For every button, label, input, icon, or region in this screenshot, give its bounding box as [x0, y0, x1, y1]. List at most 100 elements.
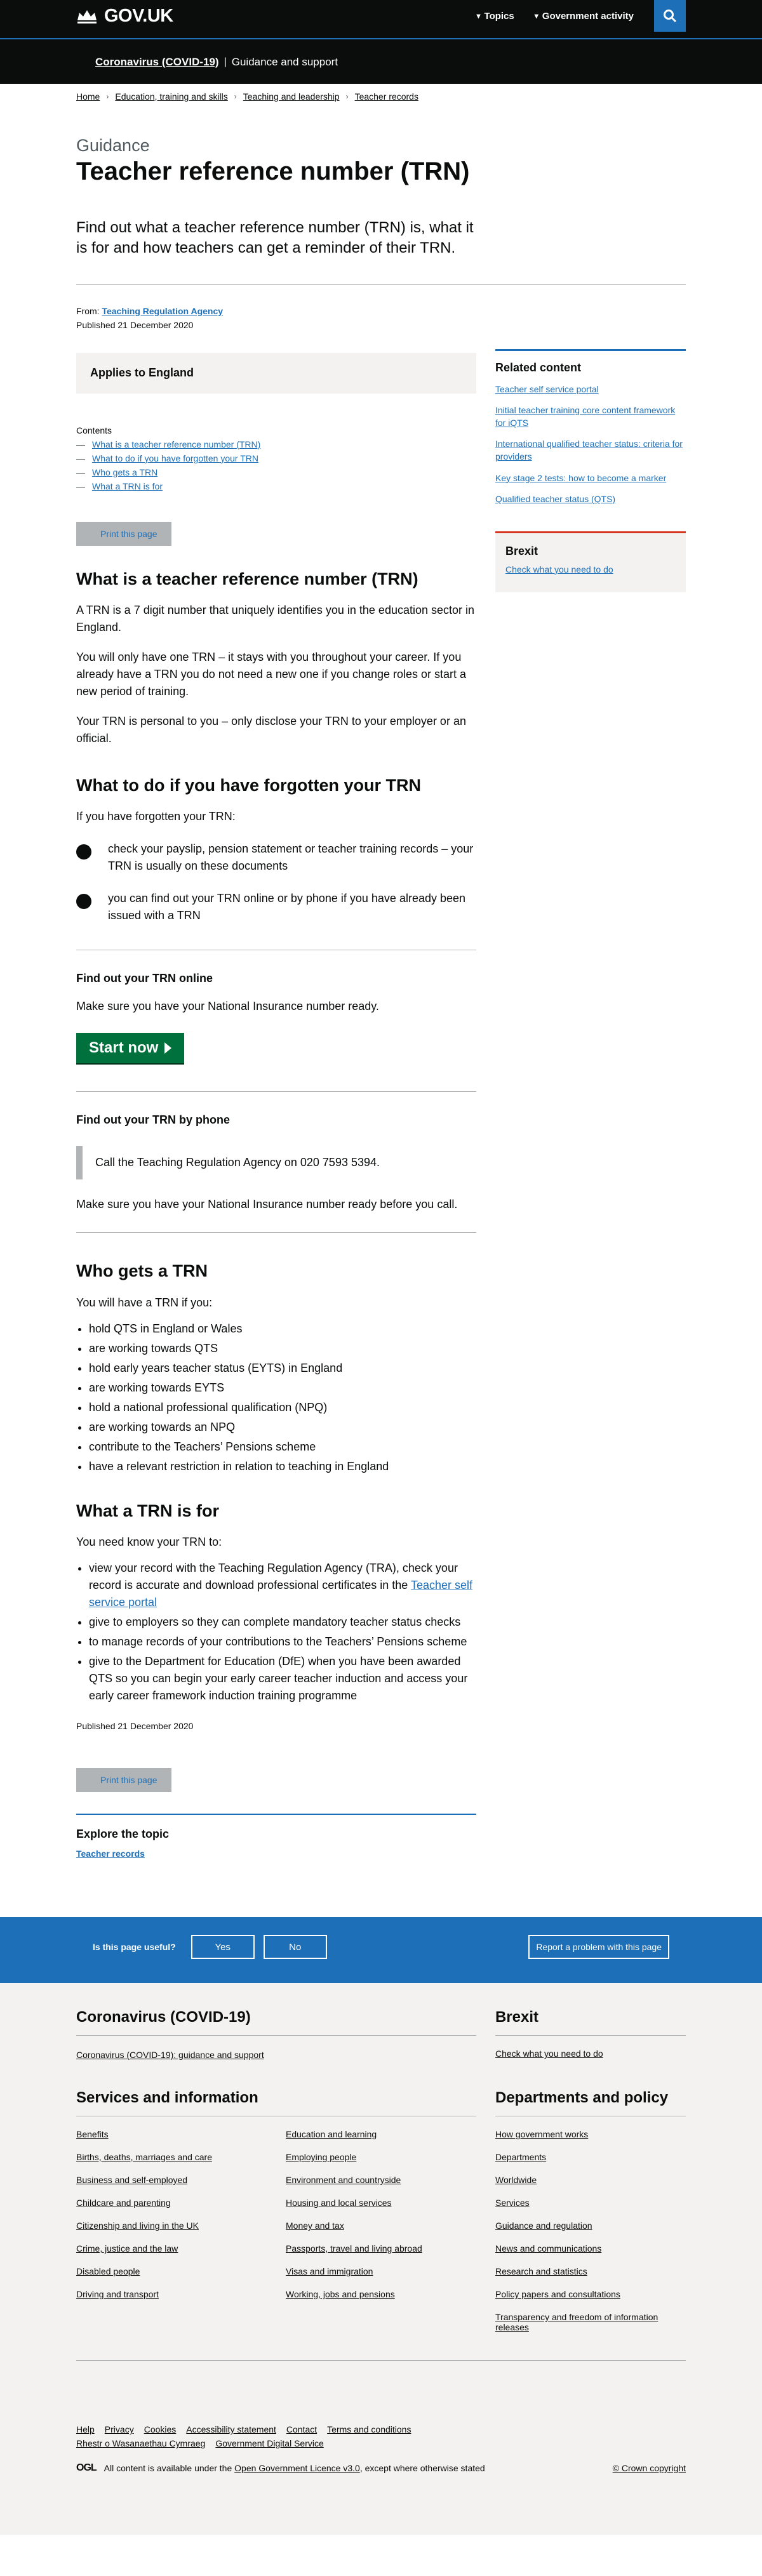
breadcrumb-teacher-records[interactable]: Teacher records — [355, 91, 418, 102]
explore-heading: Explore the topic — [76, 1828, 170, 1841]
phone-inset: Call the Teaching Regulation Agency on 0… — [76, 1146, 476, 1180]
arrow-right-icon — [164, 1042, 172, 1054]
chevron-down-icon: ▾ — [534, 11, 538, 20]
report-problem-button[interactable]: Report a problem with this page — [528, 1935, 669, 1960]
related-link[interactable]: International qualified teacher status: … — [495, 439, 683, 461]
brexit-link[interactable]: Check what you need to do — [505, 564, 676, 574]
list-item: have a relevant restriction in relation … — [89, 1458, 476, 1475]
covid-link[interactable]: Coronavirus (COVID-19) — [95, 56, 219, 69]
explore-topic: Explore the topic Teacher records — [76, 1814, 476, 1859]
footer-link[interactable]: Transparency and freedom of information … — [495, 2312, 686, 2332]
related-link[interactable]: Initial teacher training core content fr… — [495, 405, 675, 428]
footer-brexit-link[interactable]: Check what you need to do — [495, 2048, 686, 2059]
print-button[interactable]: Print this page — [76, 1768, 171, 1793]
contents-item: — What is a teacher reference number (TRN… — [76, 439, 476, 449]
list-item: hold a national professional qualificati… — [89, 1399, 476, 1416]
what-for-list: view your record with the Teaching Regul… — [89, 1560, 476, 1704]
footer-link[interactable]: Worldwide — [495, 2175, 686, 2185]
from-label: From: — [76, 305, 100, 316]
site-header: GOV.UK ▾ Topics ▾ Government activity Coro… — [0, 0, 762, 84]
page-title: Teacher reference number (TRN) — [76, 157, 470, 185]
list-item: to manage records of your contributions … — [89, 1633, 476, 1650]
divider — [76, 1232, 476, 1233]
footer-link[interactable]: Employing people — [286, 2152, 476, 2162]
footer-link[interactable]: Childcare and parenting — [76, 2198, 286, 2208]
paragraph: You will only have one TRN – it stays wi… — [76, 650, 467, 698]
licence: OGL All content is available under the O… — [76, 2462, 686, 2474]
divider: | — [224, 56, 227, 67]
privacy-link[interactable]: Privacy — [105, 2424, 134, 2434]
footer-link[interactable]: Citizenship and living in the UK — [76, 2221, 286, 2231]
footer-link[interactable]: Environment and countryside — [286, 2175, 476, 2185]
licence-link[interactable]: Open Government Licence v3.0 — [234, 2463, 360, 2473]
related-heading: Related content — [495, 361, 582, 374]
footer-link[interactable]: Housing and local services — [286, 2198, 476, 2208]
section-heading-what-for: What a TRN is for — [76, 1501, 220, 1520]
crown-icon — [77, 10, 97, 23]
related-content: Related content Teacher self service por… — [495, 349, 686, 506]
contents-link-what-for[interactable]: What a TRN is for — [92, 481, 163, 491]
terms-link[interactable]: Terms and conditions — [327, 2424, 411, 2434]
contents-item: — Who gets a TRN — [76, 467, 476, 477]
related-link[interactable]: Key stage 2 tests: how to become a marke… — [495, 473, 666, 483]
breadcrumb-teaching[interactable]: Teaching and leadership — [243, 91, 340, 102]
footer-link[interactable]: Departments — [495, 2152, 686, 2162]
footer-link[interactable]: Guidance and regulation — [495, 2221, 686, 2231]
contents-item: — What a TRN is for — [76, 481, 476, 491]
footer-link[interactable]: Research and statistics — [495, 2266, 686, 2276]
teacher-records-link[interactable]: Teacher records — [76, 1849, 476, 1859]
footer-link[interactable]: Services — [495, 2198, 686, 2208]
footer-link[interactable]: Crime, justice and the law — [76, 2243, 286, 2254]
footer-link[interactable]: News and communications — [495, 2243, 686, 2254]
cookies-link[interactable]: Cookies — [144, 2424, 177, 2434]
topics-label: Topics — [484, 10, 514, 22]
breadcrumb-home[interactable]: Home — [76, 91, 100, 102]
government-activity-label: Government activity — [542, 10, 634, 22]
online-heading: Find out your TRN online — [76, 972, 213, 985]
contents-link-who-gets[interactable]: Who gets a TRN — [92, 467, 157, 477]
paragraph: Make sure you have your National Insuran… — [76, 1000, 379, 1013]
welsh-services-link[interactable]: Rhestr o Wasanaethau Cymraeg — [76, 2438, 205, 2448]
breadcrumb-education[interactable]: Education, training and skills — [115, 91, 227, 102]
print-button[interactable]: Print this page — [76, 521, 171, 546]
topics-menu-button[interactable]: ▾ Topics — [476, 11, 514, 22]
footer-link[interactable]: Money and tax — [286, 2221, 476, 2231]
footer-link[interactable]: Business and self-employed — [76, 2175, 286, 2185]
footer-link[interactable]: Visas and immigration — [286, 2266, 476, 2276]
yes-button[interactable]: Yes — [190, 1935, 255, 1960]
from-org-link[interactable]: Teaching Regulation Agency — [102, 306, 223, 316]
footer-link[interactable]: Driving and transport — [76, 2289, 286, 2299]
related-link[interactable]: Teacher self service portal — [495, 384, 599, 394]
list-item: hold QTS in England or Wales — [89, 1320, 476, 1338]
footer-link[interactable]: Disabled people — [76, 2266, 286, 2276]
contents-link-what-is[interactable]: What is a teacher reference number (TRN) — [92, 439, 260, 449]
footer-link[interactable]: Education and learning — [286, 2129, 476, 2139]
footer-covid-link[interactable]: Coronavirus (COVID-19): guidance and sup… — [76, 2050, 476, 2060]
gds-link[interactable]: Government Digital Service — [215, 2438, 323, 2448]
dash: — — [76, 439, 85, 449]
footer-link[interactable]: Benefits — [76, 2129, 286, 2139]
contact-link[interactable]: Contact — [286, 2424, 317, 2434]
related-link[interactable]: Qualified teacher status (QTS) — [495, 494, 615, 504]
crown-copyright-link[interactable]: © Crown copyright — [613, 2463, 686, 2473]
help-link[interactable]: Help — [76, 2424, 95, 2434]
footer-link[interactable]: How government works — [495, 2129, 686, 2139]
govuk-logo[interactable]: GOV.UK — [76, 6, 173, 27]
accessibility-link[interactable]: Accessibility statement — [186, 2424, 276, 2434]
phone-heading: Find out your TRN by phone — [76, 1113, 230, 1127]
search-button[interactable] — [654, 0, 686, 32]
contents-link-forgotten[interactable]: What to do if you have forgotten your TR… — [92, 453, 258, 463]
no-button[interactable]: No — [263, 1935, 327, 1960]
government-activity-menu-button[interactable]: ▾ Government activity — [535, 11, 634, 22]
footer-link[interactable]: Working, jobs and pensions — [286, 2289, 476, 2299]
covid-banner: Coronavirus (COVID-19) | Guidance and su… — [0, 38, 762, 84]
brexit-box: Brexit Check what you need to do — [495, 531, 686, 592]
feedback-bar: Is this page useful? Yes No Report a pro… — [0, 1917, 762, 1977]
footer-link[interactable]: Policy papers and consultations — [495, 2289, 686, 2299]
footer-link[interactable]: Passports, travel and living abroad — [286, 2243, 476, 2254]
document-type: Guidance — [76, 136, 150, 155]
brexit-heading: Brexit — [505, 544, 538, 557]
list-item-text: you can find out your TRN online or by p… — [108, 892, 466, 922]
footer-link[interactable]: Births, deaths, marriages and care — [76, 2152, 286, 2162]
start-now-button[interactable]: Start now — [76, 1033, 185, 1064]
